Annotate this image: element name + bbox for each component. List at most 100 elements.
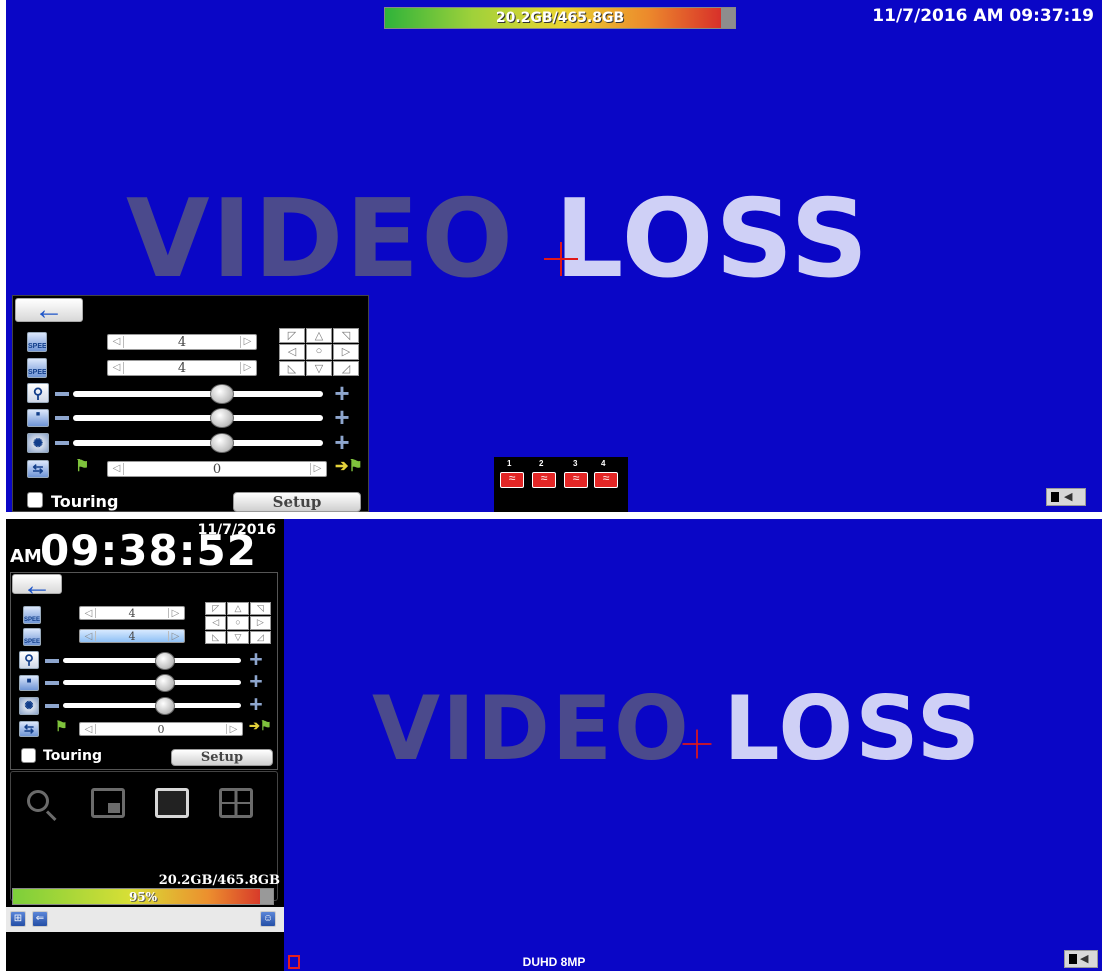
pan-right-icon[interactable]: ▷ [333,344,359,360]
focus-knob[interactable] [155,674,175,692]
zoom-knob[interactable] [155,652,175,670]
camera-icon[interactable] [594,471,618,488]
pan-up-left-icon[interactable]: ◸ [279,328,305,344]
pan-down-left-icon[interactable]: ◺ [205,630,227,644]
hdd-percent-text: 95% [128,890,158,904]
preset-spinner[interactable]: ◁ 0 ▷ [79,722,243,736]
speed-spinner[interactable]: ◁ 4 ▷ [79,606,185,620]
quad-view-icon[interactable] [219,788,253,818]
usb-icon[interactable]: ⇐ [32,911,48,927]
zoom-knob[interactable] [210,384,234,404]
pan-down-right-icon[interactable]: ◿ [249,630,271,644]
focus-slider[interactable]: + [55,402,365,432]
pan-up-icon[interactable]: △ [227,602,249,616]
preset-increase-icon[interactable]: ▷ [226,724,240,735]
pan-up-left-icon[interactable]: ◸ [205,602,227,616]
pip-icon[interactable] [91,788,125,818]
zoom-out-icon[interactable] [45,659,59,663]
search-icon[interactable] [25,788,59,822]
camera-icon[interactable] [500,471,524,488]
pan-down-icon[interactable]: ▽ [306,360,332,376]
focus-minus-icon[interactable] [55,416,69,420]
speed-increase-icon[interactable]: ▷ [240,336,254,348]
speed-spinner[interactable]: ◁ 4 ▷ [107,334,257,350]
iris-icon: ✺ [19,697,39,715]
touring-checkbox[interactable] [21,748,36,763]
pan-down-icon[interactable]: ▽ [227,630,249,644]
pan-down-left-icon[interactable]: ◺ [279,360,305,376]
focus-knob[interactable] [210,408,234,428]
iris-minus-icon[interactable] [45,704,59,708]
pt-speed-increase-icon[interactable]: ▷ [168,631,182,642]
hdd-usage-bar: 95% [12,888,274,905]
back-button[interactable] [12,569,62,603]
video-loss-text: VIDEO LOSS [126,180,870,300]
setup-button[interactable]: Setup [233,492,361,512]
back-button[interactable] [15,293,83,327]
speed-icon: SPEED [23,606,41,624]
iris-plus-icon[interactable]: + [330,427,354,458]
speed-increase-icon[interactable]: ▷ [168,608,182,619]
pan-home-icon[interactable]: ○ [227,616,249,630]
preset-decrease-icon[interactable]: ◁ [110,463,124,475]
iris-slider[interactable]: + [55,427,365,457]
preset-increase-icon[interactable]: ▷ [310,463,324,475]
channel-4-label: 4 [601,459,606,468]
flag-goto-icon[interactable]: ➔⚑ [335,456,363,476]
focus-minus-icon[interactable] [45,681,59,685]
pt-speed-decrease-icon[interactable]: ◁ [110,362,124,374]
zoom-slider[interactable]: + [45,646,277,672]
pan-right-icon[interactable]: ▷ [249,616,271,630]
flag-start-icon[interactable]: ⚑ [55,718,68,735]
speed-decrease-icon[interactable]: ◁ [110,336,124,348]
zoom-track[interactable] [73,391,323,397]
iris-plus-icon[interactable]: + [245,691,267,718]
touring-checkbox[interactable] [27,492,43,508]
hdd-usage-bar: 20.2GB/465.8GB [384,7,736,29]
camera-icon[interactable] [564,471,588,488]
channel-1-label: 1 [507,459,512,468]
pan-up-right-icon[interactable]: ◹ [249,602,271,616]
setup-button[interactable]: Setup [171,749,273,766]
user-icon[interactable]: ☺ [260,911,276,927]
preset-return-icon[interactable]: ⇆ [19,721,39,737]
preset-decrease-icon[interactable]: ◁ [82,724,96,735]
volume-icon[interactable]: ◀ [1064,950,1098,968]
pt-speed-spinner[interactable]: ◁ 4 ▷ [79,629,185,643]
iris-knob[interactable] [155,697,175,715]
preset-return-icon[interactable]: ⇆ [27,460,49,478]
system-icon-bar: ⊞ ⇐ ☺ [6,907,284,932]
speed-decrease-icon[interactable]: ◁ [82,608,96,619]
preset-spinner[interactable]: ◁ 0 ▷ [107,461,327,477]
pt-speed-increase-icon[interactable]: ▷ [240,362,254,374]
center-crosshair [544,242,578,276]
single-view-icon[interactable] [155,788,189,818]
video-loss-text: VIDEO LOSS [372,679,982,779]
zoom-slider[interactable]: + [55,378,365,408]
focus-track[interactable] [73,415,323,421]
pt-speed-spinner[interactable]: ◁ 4 ▷ [107,360,257,376]
touring-label: Touring [43,748,102,764]
focus-track[interactable] [63,680,241,685]
pan-down-right-icon[interactable]: ◿ [333,360,359,376]
pan-up-right-icon[interactable]: ◹ [333,328,359,344]
network-icon[interactable]: ⊞ [10,911,26,927]
flag-goto-icon[interactable]: ➔⚑ [249,718,272,734]
iris-minus-icon[interactable] [55,441,69,445]
iris-slider[interactable]: + [45,691,277,717]
volume-icon[interactable]: ◀ [1046,488,1086,506]
iris-knob[interactable] [210,433,234,453]
pan-left-icon[interactable]: ◁ [279,344,305,360]
preset-value: 0 [157,723,165,736]
camera-icon[interactable] [532,471,556,488]
pt-speed-decrease-icon[interactable]: ◁ [82,631,96,642]
iris-track[interactable] [63,703,241,708]
pan-left-icon[interactable]: ◁ [205,616,227,630]
flag-start-icon[interactable]: ⚑ [75,456,89,476]
focus-slider[interactable]: + [45,668,277,694]
zoom-out-icon[interactable] [55,392,69,396]
pan-up-icon[interactable]: △ [306,328,332,344]
iris-track[interactable] [73,440,323,446]
pan-home-icon[interactable]: ○ [306,344,332,360]
zoom-track[interactable] [63,658,241,663]
